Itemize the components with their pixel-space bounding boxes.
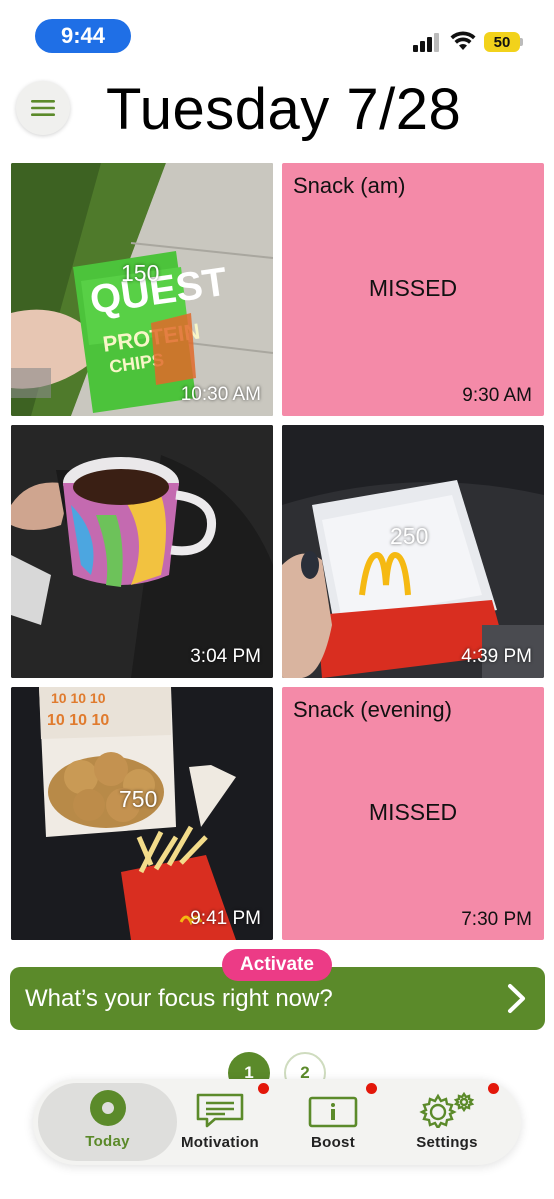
- chips-photo: QUEST PROTEIN CHIPS: [11, 163, 273, 416]
- meal-tile-afternoon[interactable]: 3:04 PM: [11, 425, 273, 678]
- meal-time: 4:39 PM: [461, 646, 532, 667]
- bottom-nav: Today Motivation Boost Settings: [33, 1079, 521, 1165]
- menu-button[interactable]: [16, 81, 70, 135]
- nav-settings-label: Settings: [416, 1134, 478, 1151]
- calorie-label: 750: [119, 786, 158, 812]
- meal-time: 9:30 AM: [462, 385, 532, 406]
- battery-indicator: 50: [484, 32, 520, 52]
- message-icon: [196, 1093, 244, 1128]
- calorie-label: 150: [121, 260, 160, 286]
- calorie-label: 250: [390, 523, 429, 549]
- missed-status: MISSED: [368, 275, 458, 301]
- status-time: 9:44: [35, 19, 131, 53]
- nav-boost-label: Boost: [311, 1134, 355, 1151]
- meal-tile-evening[interactable]: 10 10 10 10 10 10 750 9:41 PM: [11, 687, 273, 940]
- wifi-icon: [450, 31, 476, 50]
- meal-time: 7:30 PM: [461, 909, 532, 930]
- svg-text:10 10 10: 10 10 10: [51, 690, 106, 706]
- meal-time: 10:30 AM: [180, 384, 261, 405]
- svg-text:10 10 10: 10 10 10: [47, 712, 109, 729]
- meal-tile-snack-evening[interactable]: Snack (evening) MISSED 7:30 PM: [282, 687, 544, 940]
- meal-tile-morning[interactable]: QUEST PROTEIN CHIPS 150 10:30 AM: [11, 163, 273, 416]
- page-title: Tuesday 7/28: [106, 77, 462, 142]
- meal-tile-snack-am[interactable]: Snack (am) MISSED 9:30 AM: [282, 163, 544, 416]
- missed-status: MISSED: [368, 799, 458, 825]
- battery-tip: [520, 38, 523, 46]
- chevron-right-icon: [508, 984, 525, 1013]
- nuggets-fries-photo: 10 10 10 10 10 10: [11, 687, 273, 940]
- nav-today-label: Today: [85, 1133, 130, 1150]
- nav-settings[interactable]: Settings: [409, 1079, 485, 1165]
- nav-motivation-label: Motivation: [181, 1134, 259, 1151]
- meal-time: 3:04 PM: [190, 646, 261, 667]
- nav-boost[interactable]: Boost: [295, 1079, 371, 1165]
- hamburger-menu-icon: [31, 100, 55, 116]
- nav-motivation[interactable]: Motivation: [175, 1079, 265, 1165]
- meal-name: Snack (evening): [293, 697, 452, 722]
- cellular-signal-icon: [413, 33, 439, 52]
- settings-notification-dot: [488, 1083, 499, 1094]
- info-box-icon: [308, 1096, 358, 1128]
- fries-bag-photo: [282, 425, 544, 678]
- nav-today[interactable]: Today: [38, 1083, 177, 1161]
- meal-tile-late-afternoon[interactable]: 250 4:39 PM: [282, 425, 544, 678]
- focus-prompt: What’s your focus right now?: [25, 984, 333, 1012]
- coffee-photo: [11, 425, 273, 678]
- today-circle-icon: [89, 1090, 126, 1126]
- motivation-notification-dot: [258, 1083, 269, 1094]
- meal-name: Snack (am): [293, 173, 406, 198]
- boost-notification-dot: [366, 1083, 377, 1094]
- gear-icon: [419, 1092, 475, 1128]
- activate-badge[interactable]: Activate: [222, 949, 332, 981]
- meal-time: 9:41 PM: [190, 908, 261, 929]
